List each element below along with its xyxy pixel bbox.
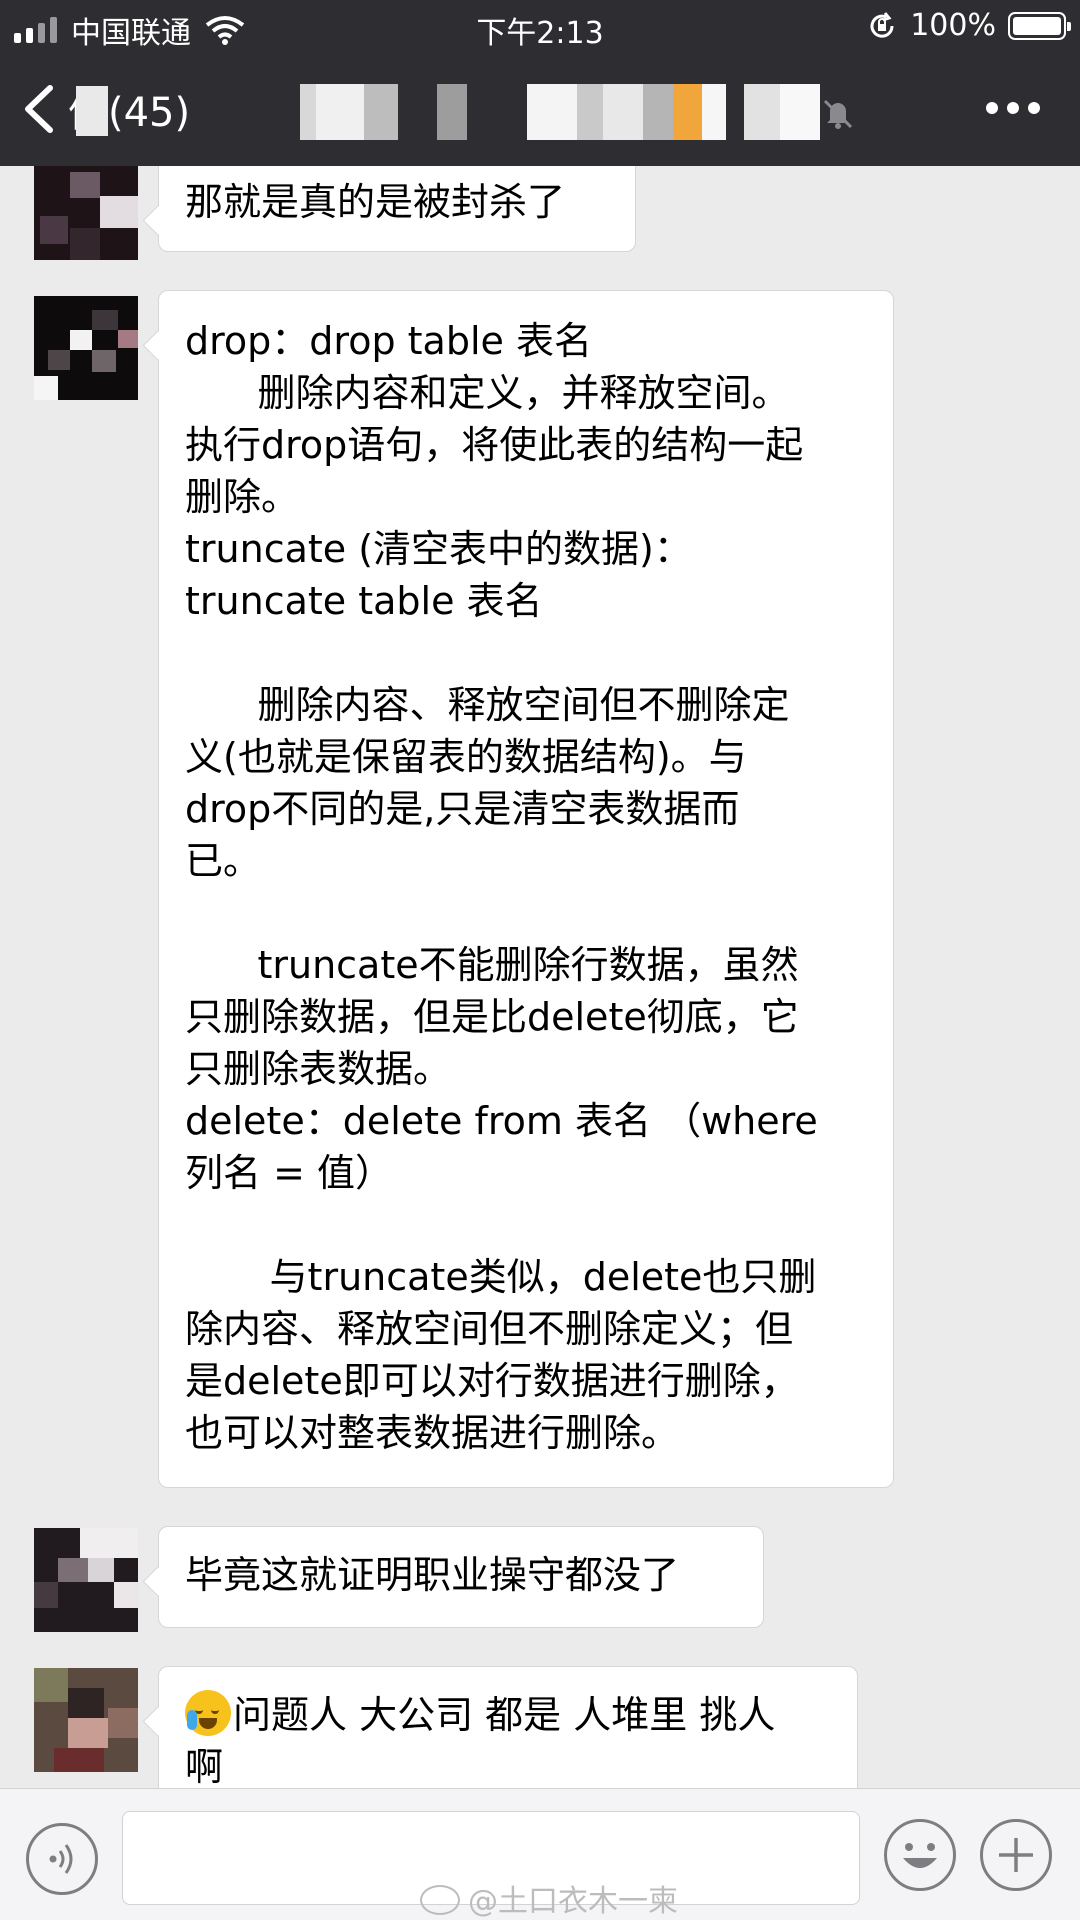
message-text: 列名 = 值） [185, 1151, 393, 1195]
voice-button[interactable] [26, 1823, 98, 1895]
battery-percent: 100% [910, 8, 996, 43]
message-text: 那就是真的是被封杀了 [185, 180, 566, 224]
message-text: 只删除数据，但是比delete彻底，它 [185, 995, 799, 1039]
more-dot [986, 102, 998, 114]
message-text: 问题人 大公司 都是 人堆里 挑人 [233, 1693, 776, 1737]
more-dot [1028, 102, 1040, 114]
message-text: 也可以对整表数据进行删除。 [185, 1411, 680, 1455]
chat-title-blurred [300, 84, 821, 140]
message-text: 删除内容、释放空间但不删除定 [185, 683, 790, 727]
message-text: 删除。 [185, 475, 300, 519]
more-button[interactable] [986, 102, 1040, 114]
message-text: 执行drop语句，将使此表的结构一起 [185, 423, 804, 467]
message-text: 与truncate类似，delete也只删 [185, 1255, 817, 1299]
avatar[interactable] [34, 1668, 138, 1772]
message-text [185, 887, 867, 939]
weibo-icon [420, 1885, 460, 1915]
message-bubble[interactable]: 毕竟这就证明职业操守都没了 [158, 1526, 764, 1628]
message-text [185, 627, 867, 679]
crying-laughing-emoji-icon [185, 1690, 231, 1736]
status-bar: 中国联通 下午2:13 100% [0, 0, 1080, 56]
message-text: 删除内容和定义，并释放空间。 [185, 371, 790, 415]
message-text: 只删除表数据。 [185, 1047, 452, 1091]
message-bubble[interactable]: drop：drop table 表名 删除内容和定义，并释放空间。 执行drop… [158, 290, 894, 1488]
plus-button[interactable] [980, 1819, 1052, 1891]
plus-icon [999, 1838, 1033, 1872]
message-text: 除内容、释放空间但不删除定义；但 [185, 1307, 794, 1351]
message-text: delete：delete from 表名 （where [185, 1099, 818, 1143]
message-text: truncate table 表名 [185, 579, 543, 623]
message-text [185, 1199, 867, 1251]
message-text: 已。 [185, 839, 262, 883]
message-text: drop：drop table 表名 [185, 319, 592, 363]
battery-icon [1008, 11, 1071, 40]
more-dot [1007, 102, 1019, 114]
voice-icon [49, 1844, 73, 1874]
message-bubble[interactable]: 问题人 大公司 都是 人堆里 挑人 啊 [158, 1666, 858, 1792]
smiley-icon [903, 1843, 937, 1868]
avatar[interactable] [34, 1528, 138, 1632]
watermark-text: @土口衣木一柬 [468, 1884, 678, 1919]
rotation-lock-icon [870, 11, 894, 38]
pixelated-blur [76, 86, 108, 136]
emoji-button[interactable] [884, 1819, 956, 1891]
message-bubble[interactable]: 那就是真的是被封杀了 [158, 166, 636, 252]
message-line: 问题人 大公司 都是 人堆里 挑人 [185, 1689, 831, 1741]
avatar[interactable] [34, 296, 138, 400]
message-text: truncate (清空表中的数据)： [185, 527, 692, 571]
message-text: 啊 [185, 1745, 224, 1789]
message-text: truncate不能删除行数据，虽然 [185, 943, 799, 987]
message-text: drop不同的是,只是清空表数据而 [185, 787, 740, 831]
message-text: 是delete即可以对行数据进行删除， [185, 1359, 799, 1403]
chat-header: 信(45) [0, 56, 1080, 166]
chevron-left-icon [25, 85, 53, 133]
mute-bell-icon [823, 99, 853, 129]
message-text: 毕竟这就证明职业操守都没了 [185, 1553, 680, 1597]
watermark: @土口衣木一柬 [420, 1876, 678, 1920]
avatar[interactable] [34, 166, 138, 260]
message-text: 义(也就是保留表的数据结构)。与 [185, 735, 747, 779]
